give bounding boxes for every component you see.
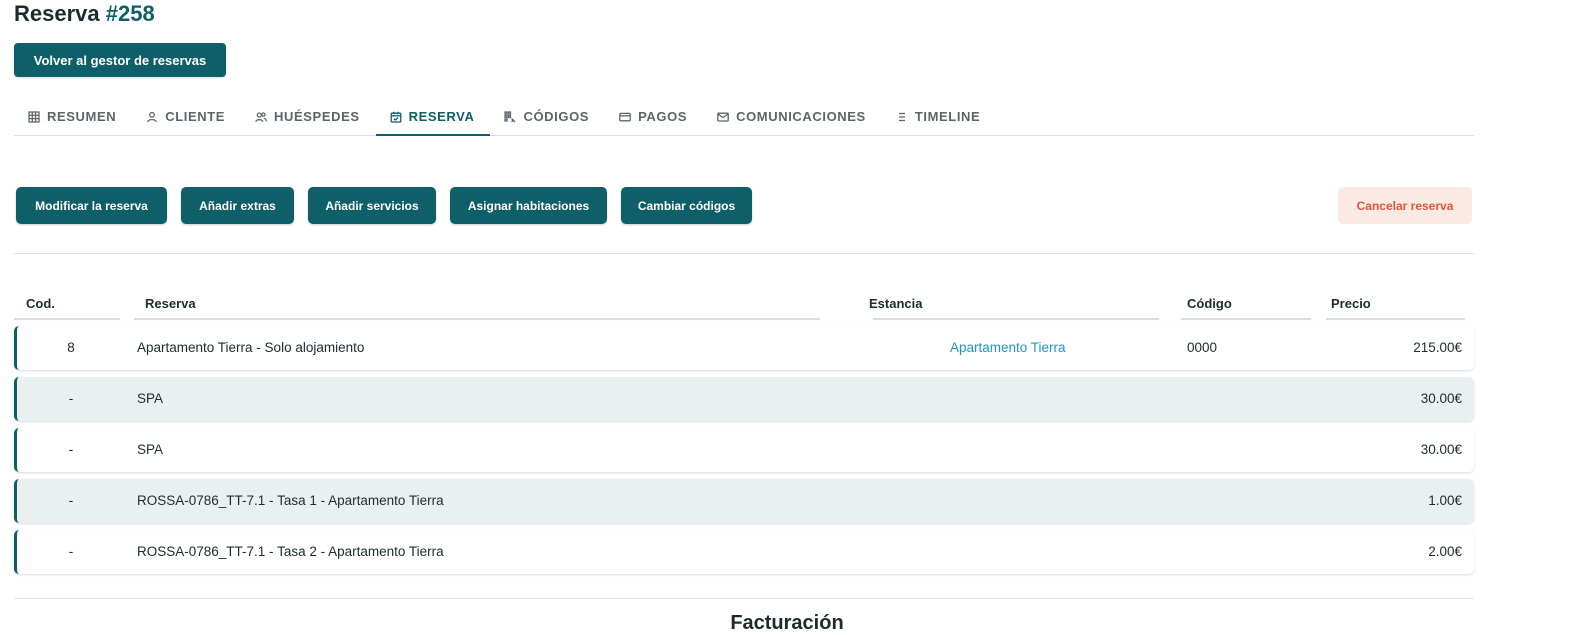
cell-reserva: Apartamento Tierra - Solo alojamiento [137,340,365,355]
tab-label: PAGOS [638,109,688,124]
tab-label: CLIENTE [165,109,226,124]
reservation-lines: 8 Apartamento Tierra - Solo alojamiento … [14,326,1474,581]
assign-rooms-button[interactable]: Asignar habitaciones [450,187,607,224]
user-icon [147,111,158,122]
tab-label: HUÉSPEDES [274,109,360,124]
cell-precio: 215.00€ [1413,340,1462,355]
tab-label: RESERVA [408,109,475,124]
cell-precio: 1.00€ [1428,493,1462,508]
card-icon [619,112,631,121]
column-header-cod: Cod. [14,296,120,320]
estancia-link[interactable]: Apartamento Tierra [950,326,1066,370]
section-divider [14,253,1474,254]
cell-cod: 8 [67,340,75,355]
add-services-button[interactable]: Añadir servicios [308,187,436,224]
tab-reserva[interactable]: RESERVA [375,98,491,136]
section-divider [14,598,1474,599]
tab-resumen[interactable]: RESUMEN [14,98,132,135]
tab-label: CÓDIGOS [523,109,590,124]
users-icon [255,111,267,122]
tab-label: TIMELINE [914,109,981,124]
page-title-prefix: Reserva [14,1,100,26]
cell-cod: - [68,493,74,508]
tab-huespedes[interactable]: HUÉSPEDES [241,98,376,135]
tab-timeline[interactable]: TIMELINE [882,98,996,135]
cell-cod: - [68,442,74,457]
billing-heading: Facturación [730,612,844,634]
cell-cod: - [68,391,74,406]
cell-precio: 30.00€ [1420,391,1462,406]
cell-codigo: 0000 [1187,340,1218,355]
tab-label: COMUNICACIONES [736,109,866,124]
header-label: Estancia [869,296,923,311]
grid-icon [28,110,40,123]
tab-bar: RESUMEN CLIENTE HUÉSPEDES RESERVA CÓDIGO… [14,98,1474,136]
back-to-manager-button[interactable]: Volver al gestor de reservas [14,43,226,77]
codes-icon [504,110,516,122]
table-row: 8 Apartamento Tierra - Solo alojamiento … [14,326,1474,370]
change-codes-button[interactable]: Cambiar códigos [621,187,752,224]
add-extras-button[interactable]: Añadir extras [181,187,294,224]
header-label: Reserva [145,296,196,311]
calendar-icon [390,111,402,123]
table-header: Cod. Reserva Estancia Código Precio [14,296,1474,320]
header-label: Código [1187,296,1232,311]
modify-reservation-button[interactable]: Modificar la reserva [16,187,167,224]
header-label: Precio [1331,296,1371,311]
action-bar: Modificar la reserva Añadir extras Añadi… [16,187,1472,224]
cell-reserva: SPA [137,442,164,457]
cell-reserva: ROSSA-0786_TT-7.1 - Tasa 2 - Apartamento… [137,544,444,559]
column-header-codigo: Código [1181,296,1311,320]
tab-codigos[interactable]: CÓDIGOS [490,98,605,135]
column-header-reserva: Reserva [134,296,820,320]
cell-precio: 30.00€ [1420,442,1462,457]
column-header-precio: Precio [1326,296,1465,320]
column-header-estancia: Estancia [869,296,1159,320]
table-row: - ROSSA-0786_TT-7.1 - Tasa 2 - Apartamen… [14,530,1474,574]
reservation-number: #258 [105,1,155,26]
page-title: Reserva #258 [14,1,155,27]
cell-reserva: ROSSA-0786_TT-7.1 - Tasa 1 - Apartamento… [137,493,444,508]
tab-comunicaciones[interactable]: COMUNICACIONES [703,98,882,135]
tab-pagos[interactable]: PAGOS [605,98,703,135]
header-label: Cod. [26,296,55,311]
cell-cod: - [68,544,74,559]
tab-label: RESUMEN [47,109,117,124]
cell-reserva: SPA [137,391,164,406]
table-row: - SPA 30.00€ [14,377,1474,421]
cancel-reservation-button[interactable]: Cancelar reserva [1338,187,1472,224]
tab-cliente[interactable]: CLIENTE [132,98,241,135]
table-row: - ROSSA-0786_TT-7.1 - Tasa 1 - Apartamen… [14,479,1474,523]
cell-precio: 2.00€ [1428,544,1462,559]
table-row: - SPA 30.00€ [14,428,1474,472]
mail-icon [717,112,729,122]
list-icon [898,112,905,121]
